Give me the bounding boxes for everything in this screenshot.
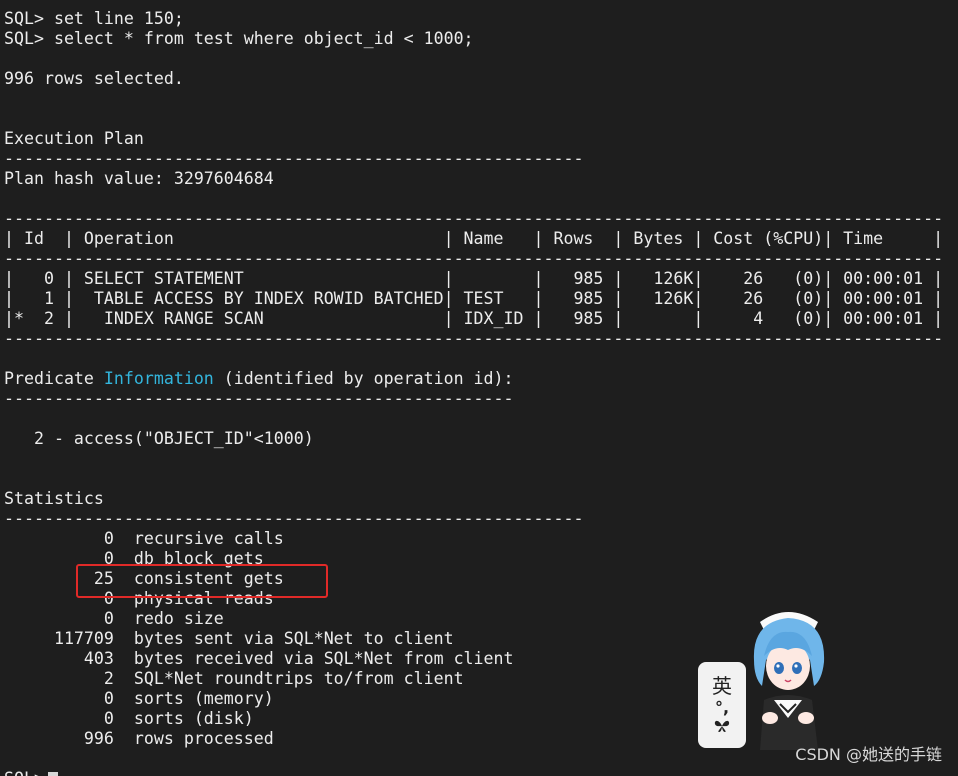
terminal-line: ----------------------------------------…: [4, 149, 584, 168]
terminal-line: ----------------------------------------…: [4, 509, 584, 528]
terminal-line: SQL> set line 150;: [4, 9, 184, 28]
text-cursor: [47, 772, 58, 776]
terminal-line: |* 2 | INDEX RANGE SCAN | IDX_ID | 985 |…: [4, 309, 944, 328]
predicate-information-heading: Predicate Information (identified by ope…: [4, 369, 943, 389]
predicate-suffix: (identified by operation id):: [213, 369, 514, 388]
predicate-highlighted-word: Information: [103, 369, 214, 388]
terminal-window[interactable]: SQL> set line 150; SQL> select * from tes…: [0, 0, 958, 776]
terminal-line: 996 rows selected.: [4, 69, 184, 88]
ime-language-toggle[interactable]: 英: [712, 675, 732, 697]
terminal-line: | 0 | SELECT STATEMENT | | 985 | 126K| 2…: [4, 269, 944, 288]
ime-toolbar[interactable]: 英 °,: [698, 662, 746, 748]
terminal-line: SQL> select * from test where object_id …: [4, 29, 474, 48]
ime-punctuation-toggle[interactable]: °,: [715, 699, 729, 715]
command-prompt[interactable]: SQL>: [4, 769, 943, 776]
butterfly-icon[interactable]: [714, 719, 730, 736]
terminal-line: ----------------------------------------…: [4, 249, 944, 268]
watermark-text: CSDN @她送的手链: [795, 745, 942, 764]
prompt-label: SQL>: [4, 769, 44, 776]
consistent-gets-annotation-box: [76, 564, 328, 598]
terminal-line: | 1 | TABLE ACCESS BY INDEX ROWID BATCHE…: [4, 289, 944, 308]
terminal-line: 0 recursive calls: [4, 529, 284, 548]
anime-mascot-image: [753, 612, 825, 750]
predicate-prefix: Predicate: [4, 369, 104, 388]
terminal-line: ----------------------------------------…: [4, 389, 514, 408]
terminal-line: Plan hash value: 3297604684: [4, 169, 274, 188]
terminal-line: 2 - access("OBJECT_ID"<1000): [4, 429, 314, 448]
terminal-line: ----------------------------------------…: [4, 329, 944, 348]
terminal-line: Execution Plan: [4, 129, 144, 148]
terminal-line: ----------------------------------------…: [4, 209, 944, 228]
terminal-line: Statistics: [4, 489, 104, 508]
terminal-line: | Id | Operation | Name | Rows | Bytes |…: [4, 229, 944, 248]
